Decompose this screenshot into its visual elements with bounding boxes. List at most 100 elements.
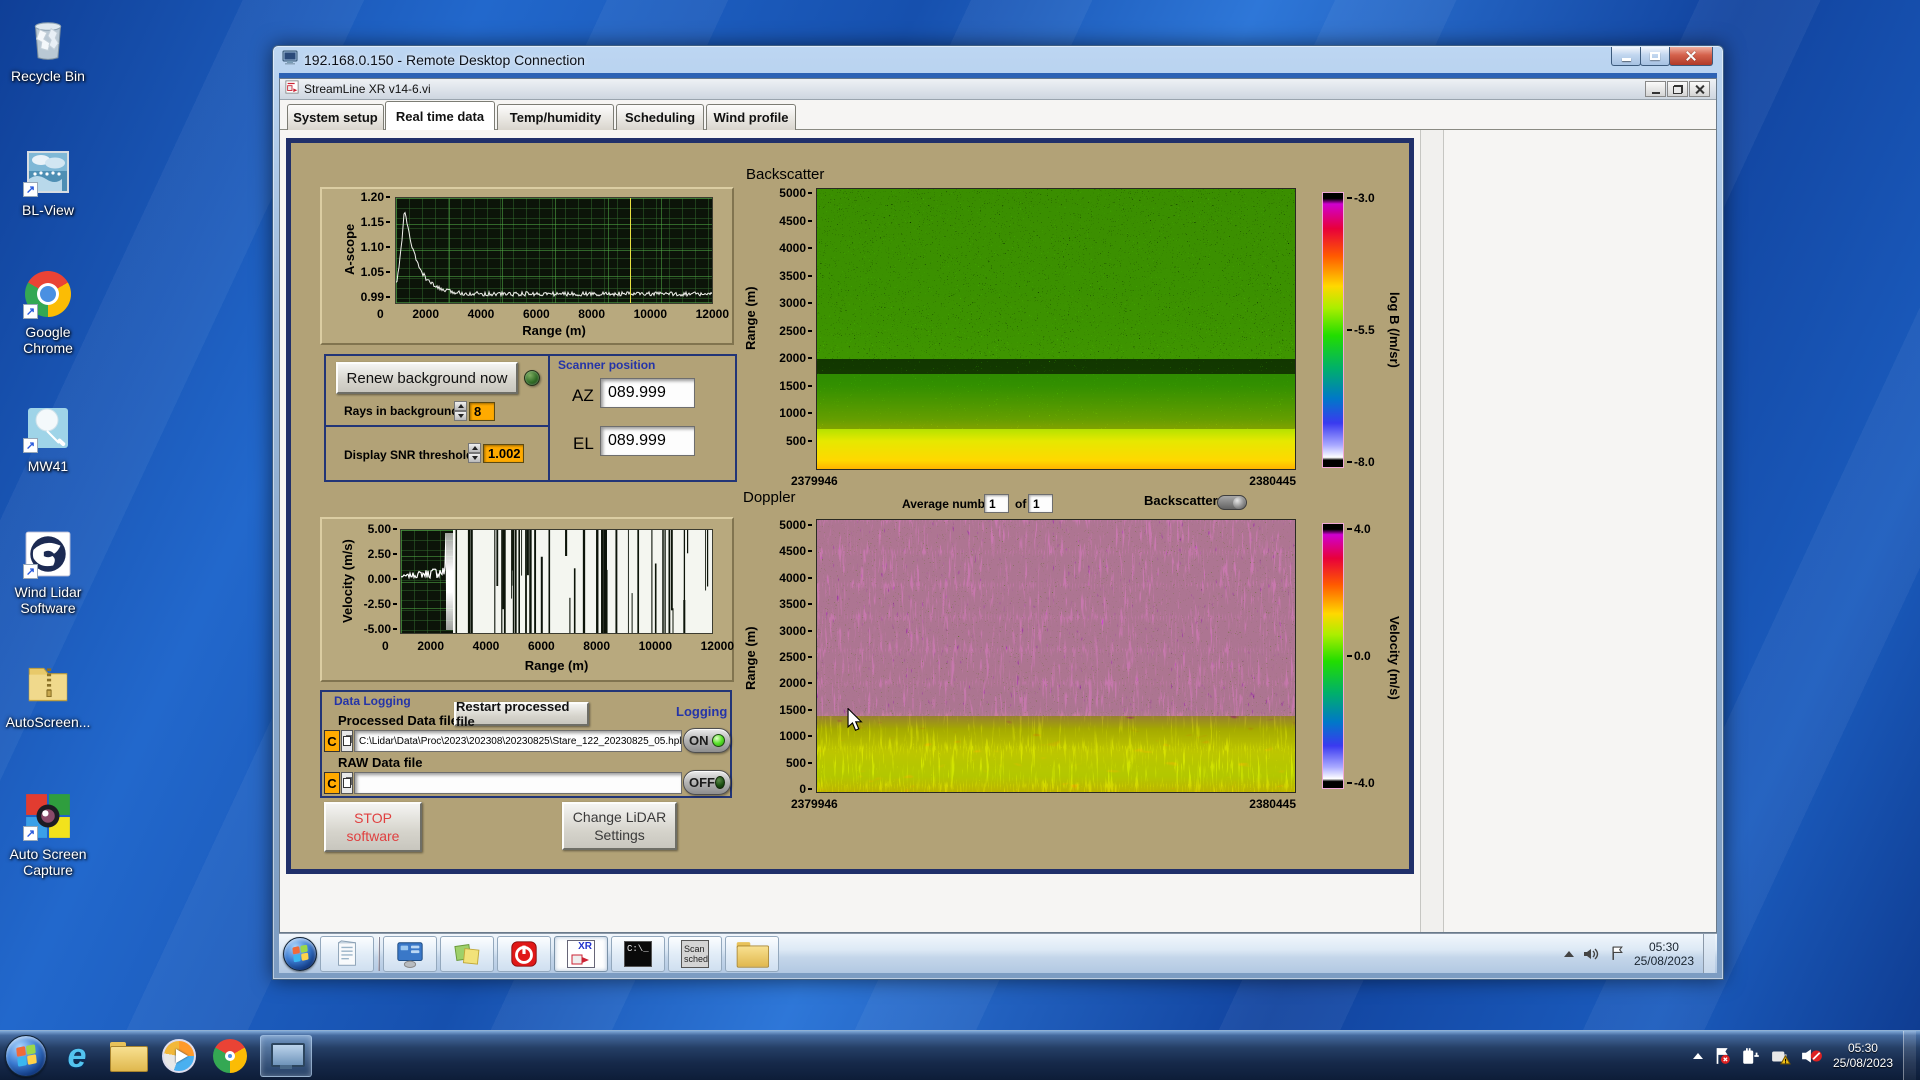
tab-system-setup[interactable]: System setup xyxy=(287,104,384,130)
control-cluster: Renew background now Rays in background … xyxy=(324,354,737,482)
remote-volume-icon[interactable] xyxy=(1583,947,1601,961)
remote-taskbar-stop-app[interactable] xyxy=(497,935,551,972)
host-action-center-flag-icon[interactable] xyxy=(1713,1047,1731,1065)
backscatter-toggle[interactable] xyxy=(1217,495,1247,510)
front-panel: A-scope 1.20 1.15 1.10 1.05 0.99 0 2000 … xyxy=(286,138,1414,874)
rdp-titlebar[interactable]: 192.168.0.150 - Remote Desktop Connectio… xyxy=(273,46,1723,73)
shortcut-arrow-icon: ↗ xyxy=(23,438,38,453)
taskbar-separator xyxy=(378,936,380,971)
host-power-plug-icon[interactable] xyxy=(1741,1047,1761,1065)
doppler-colorbar-ticks: 4.0 0.0 -4.0 xyxy=(1347,523,1389,789)
host-tray-expand-icon[interactable] xyxy=(1692,1052,1703,1059)
app-minimize-button[interactable] xyxy=(1645,81,1666,97)
renew-background-button[interactable]: Renew background now xyxy=(336,362,518,394)
host-taskbar-internet-explorer[interactable]: e xyxy=(56,1035,98,1077)
snr-threshold-label: Display SNR threshold xyxy=(344,448,474,462)
remote-taskbar-display-settings[interactable] xyxy=(383,935,437,972)
average-total-field[interactable]: 1 xyxy=(1028,494,1053,513)
rdp-close-button[interactable] xyxy=(1669,47,1713,66)
host-clock[interactable]: 05:30 25/08/2023 xyxy=(1833,1041,1893,1071)
tab-temp-humidity[interactable]: Temp/humidity xyxy=(497,104,614,130)
velocity-x-axis-label: Range (m) xyxy=(524,658,589,673)
remote-tray-expand-icon[interactable] xyxy=(1563,950,1574,957)
desktop-icon-label: MW41 xyxy=(27,458,69,474)
remote-taskbar-notepad[interactable] xyxy=(320,935,374,972)
desktop-icon-bl-view[interactable]: ↗ BL-View xyxy=(0,146,96,218)
panel-scrollbar-track[interactable] xyxy=(1420,130,1444,932)
file-browse-icon[interactable] xyxy=(341,772,353,794)
app-titlebar[interactable]: StreamLine XR v14-6.vi xyxy=(280,79,1716,100)
close-icon xyxy=(1695,84,1705,94)
desktop-icon-wind-lidar[interactable]: ↗ Wind Lidar Software xyxy=(0,528,96,616)
ascope-cursor[interactable] xyxy=(630,198,632,303)
app-window: StreamLine XR v14-6.vi System setup Real… xyxy=(279,78,1717,933)
host-taskbar-chrome[interactable] xyxy=(209,1035,251,1077)
el-value-field[interactable]: 089.999 xyxy=(600,426,695,456)
scanner-position-title: Scanner position xyxy=(558,358,656,372)
tab-scheduling[interactable]: Scheduling xyxy=(616,104,704,130)
remote-taskbar-scan-scheduler[interactable]: Scan sched xyxy=(668,935,722,972)
host-battery-warning-icon[interactable] xyxy=(1771,1047,1791,1065)
bl-view-icon: ↗ xyxy=(22,146,74,198)
host-start-button[interactable] xyxy=(5,1034,47,1077)
remote-show-desktop-button[interactable] xyxy=(1703,934,1715,973)
stop-software-button[interactable]: STOP software xyxy=(324,802,422,852)
rdp-maximize-button[interactable] xyxy=(1640,47,1670,66)
host-taskbar-media-player[interactable] xyxy=(158,1035,200,1077)
desktop-icon-mw41[interactable]: ↗ MW41 xyxy=(0,402,96,474)
desktop-icon-google-chrome[interactable]: ↗ Google Chrome xyxy=(0,268,96,356)
change-lidar-settings-button[interactable]: Change LiDAR Settings xyxy=(562,802,677,850)
velocity-plot-box: Velocity (m/s) 5.00 2.50 0.00 -2.50 -5.00 xyxy=(320,517,734,682)
rays-spinner[interactable] xyxy=(454,401,467,421)
remote-clock[interactable]: 05:30 25/08/2023 xyxy=(1634,940,1694,968)
snr-value-field[interactable]: 1.002 xyxy=(483,444,524,463)
backscatter-y-axis-label: Range (m) xyxy=(743,286,758,350)
tab-wind-profile[interactable]: Wind profile xyxy=(706,104,796,130)
shortcut-arrow-icon: ↗ xyxy=(23,564,38,579)
desktop-icon-autoscreen-zip[interactable]: AutoScreen... xyxy=(0,658,96,730)
file-browse-icon[interactable] xyxy=(341,730,353,752)
host-show-desktop-button[interactable] xyxy=(1903,1031,1916,1080)
app-restore-button[interactable] xyxy=(1667,81,1688,97)
tab-real-time-data[interactable]: Real time data xyxy=(385,101,495,130)
shortcut-arrow-icon: ↗ xyxy=(23,182,38,197)
remote-system-tray: 05:30 25/08/2023 xyxy=(1563,934,1717,973)
rdp-window-icon xyxy=(282,49,298,70)
rays-value-field[interactable]: 8 xyxy=(469,402,495,421)
average-number-field[interactable]: 1 xyxy=(984,494,1009,513)
remote-taskbar-explorer[interactable] xyxy=(725,935,779,972)
processed-path-field[interactable]: C:\Lidar\Data\Proc\2023\202308\20230825\… xyxy=(354,730,682,752)
desktop-icon-label: Google Chrome xyxy=(23,324,73,357)
desktop: Recycle Bin ↗ BL-View ↗ Google Chrome ↗ … xyxy=(0,0,1920,1080)
host-taskbar-explorer[interactable] xyxy=(107,1035,149,1077)
desktop-icon-auto-screen-capture[interactable]: ↗ Auto Screen Capture xyxy=(0,790,96,878)
velocity-y-axis-label: Velocity (m/s) xyxy=(340,539,355,624)
remote-taskbar-sticky-notes[interactable] xyxy=(440,935,494,972)
processed-logging-on-button[interactable]: ON xyxy=(683,728,731,753)
ascope-plot-area xyxy=(395,197,713,304)
shortcut-arrow-icon: ↗ xyxy=(23,826,38,841)
remote-taskbar-command-prompt[interactable]: C:\_ xyxy=(611,935,665,972)
processed-drive-letter[interactable]: C xyxy=(324,730,340,752)
rdp-minimize-button[interactable] xyxy=(1611,47,1641,66)
doppler-colorbar xyxy=(1322,523,1344,789)
raw-path-field[interactable] xyxy=(354,772,682,794)
snr-spinner[interactable] xyxy=(468,443,481,463)
host-taskbar-rdp-active[interactable] xyxy=(260,1034,312,1077)
remote-action-center-flag-icon[interactable] xyxy=(1610,946,1625,961)
desktop-icon-label: AutoScreen... xyxy=(5,714,91,730)
app-close-button[interactable] xyxy=(1689,81,1710,97)
remote-taskbar-streamline-xr[interactable]: XR xyxy=(554,935,608,972)
az-value-field[interactable]: 089.999 xyxy=(600,378,695,408)
desktop-icon-recycle-bin[interactable]: Recycle Bin xyxy=(0,12,96,84)
ascope-y-ticks: 1.20 1.15 1.10 1.05 0.99 xyxy=(352,191,390,303)
az-label: AZ xyxy=(572,386,594,405)
raw-logging-off-button[interactable]: OFF xyxy=(683,770,731,795)
wind-lidar-icon: ↗ xyxy=(22,528,74,580)
restart-processed-file-button[interactable]: Restart processed file xyxy=(454,699,589,729)
raw-drive-letter[interactable]: C xyxy=(324,772,340,794)
doppler-heatmap xyxy=(816,519,1296,793)
remote-start-button[interactable] xyxy=(283,936,317,971)
shortcut-arrow-icon: ↗ xyxy=(23,304,38,319)
host-volume-muted-icon[interactable] xyxy=(1801,1047,1823,1065)
